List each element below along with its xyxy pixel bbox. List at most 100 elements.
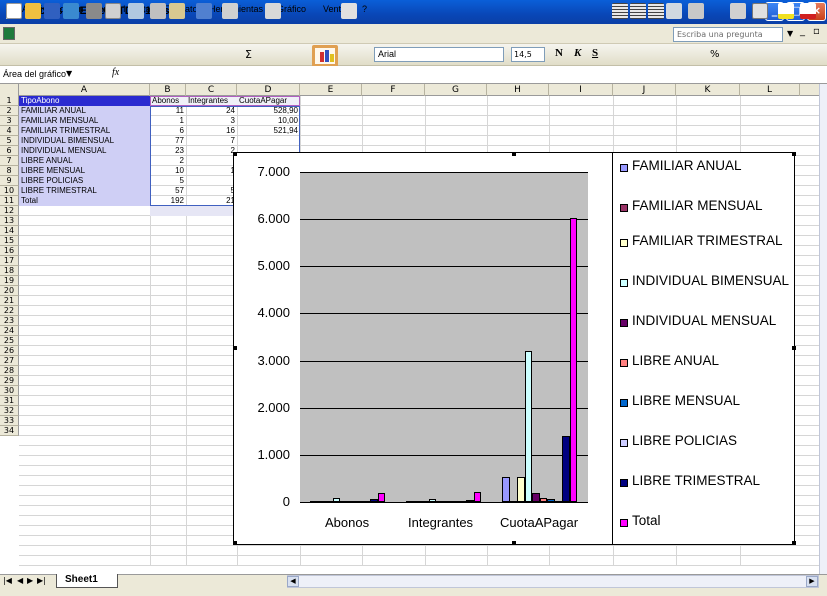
- drawing-icon[interactable]: [341, 3, 357, 19]
- bar-cuotaapagar-2[interactable]: [517, 477, 525, 502]
- bar-cuotaapagar-6[interactable]: [547, 498, 555, 502]
- fill-color-icon[interactable]: [778, 3, 794, 19]
- borders-icon[interactable]: [752, 3, 768, 19]
- selection-handle[interactable]: [792, 346, 796, 350]
- bold-button[interactable]: N: [555, 47, 563, 59]
- font-name-select[interactable]: Arial: [374, 47, 504, 62]
- menu-item-6[interactable]: Gráfico: [277, 4, 306, 14]
- column-header-l[interactable]: L: [740, 84, 800, 96]
- namebox-dropdown-icon[interactable]: ▼: [66, 69, 72, 78]
- autosum-icon[interactable]: Σ: [245, 48, 252, 61]
- bar-cuotaapagar-9[interactable]: [569, 217, 577, 502]
- row-header-26[interactable]: 26: [0, 346, 19, 356]
- selection-handle[interactable]: [512, 152, 516, 156]
- row-header-7[interactable]: 7: [0, 156, 19, 166]
- bar-abonos-3[interactable]: [332, 498, 340, 502]
- row-header-32[interactable]: 32: [0, 406, 19, 416]
- bar-integrantes-3[interactable]: [428, 498, 436, 502]
- row-header-16[interactable]: 16: [0, 246, 19, 256]
- scroll-right-icon[interactable]: ▶: [806, 576, 818, 587]
- row-header-11[interactable]: 11: [0, 196, 19, 206]
- column-header-j[interactable]: J: [613, 84, 676, 96]
- row-header-13[interactable]: 13: [0, 216, 19, 226]
- row-header-14[interactable]: 14: [0, 226, 19, 236]
- spelling-icon[interactable]: [128, 3, 144, 19]
- row-header-17[interactable]: 17: [0, 256, 19, 266]
- tab-sheet1[interactable]: Sheet1: [56, 574, 118, 588]
- print-preview-icon[interactable]: [105, 3, 121, 19]
- row-header-8[interactable]: 8: [0, 166, 19, 176]
- paste-icon[interactable]: [169, 3, 185, 19]
- bar-integrantes-2[interactable]: [421, 501, 429, 503]
- row-header-34[interactable]: 34: [0, 426, 19, 436]
- tab-scroll-last-icon[interactable]: ▶|: [37, 576, 46, 585]
- bar-abonos-6[interactable]: [355, 501, 363, 503]
- row-header-25[interactable]: 25: [0, 336, 19, 346]
- bar-integrantes-6[interactable]: [451, 501, 459, 503]
- row-header-9[interactable]: 9: [0, 176, 19, 186]
- row-header-27[interactable]: 27: [0, 356, 19, 366]
- cut-icon[interactable]: [150, 3, 166, 19]
- row-header-28[interactable]: 28: [0, 366, 19, 376]
- row-header-10[interactable]: 10: [0, 186, 19, 196]
- doc-minimize-button[interactable]: _: [800, 26, 805, 37]
- bar-cuotaapagar-7[interactable]: [554, 500, 562, 503]
- selection-handle[interactable]: [233, 541, 237, 545]
- vertical-scrollbar[interactable]: [819, 84, 827, 574]
- bar-abonos-5[interactable]: [347, 501, 355, 503]
- print-icon[interactable]: [86, 3, 102, 19]
- percent-button[interactable]: %: [710, 49, 720, 60]
- currency-icon[interactable]: [688, 3, 704, 19]
- new-icon[interactable]: [6, 3, 22, 19]
- open-icon[interactable]: [25, 3, 41, 19]
- column-header-f[interactable]: F: [362, 84, 425, 96]
- tab-scroll-prev-icon[interactable]: ◀: [17, 576, 23, 585]
- align-left-icon[interactable]: [612, 3, 628, 19]
- align-right-icon[interactable]: [648, 3, 664, 19]
- bar-abonos-8[interactable]: [370, 499, 378, 502]
- permission-icon[interactable]: [63, 3, 79, 19]
- bar-cuotaapagar-0[interactable]: [502, 477, 510, 502]
- row-header-33[interactable]: 33: [0, 416, 19, 426]
- bar-cuotaapagar-1[interactable]: [509, 501, 517, 503]
- select-all-button[interactable]: [0, 84, 19, 96]
- help-dropdown-icon[interactable]: ▼: [787, 29, 793, 38]
- undo-icon[interactable]: [196, 3, 212, 19]
- row-header-3[interactable]: 3: [0, 116, 19, 126]
- column-header-k[interactable]: K: [676, 84, 740, 96]
- bar-integrantes-4[interactable]: [436, 501, 444, 503]
- bar-cuotaapagar-4[interactable]: [532, 492, 540, 502]
- bar-integrantes-8[interactable]: [466, 499, 474, 502]
- row-header-2[interactable]: 2: [0, 106, 19, 116]
- embedded-chart[interactable]: 0 1.000 2.000 3.000 4.000 5.000 6.000 7.000 Abon…: [233, 152, 796, 545]
- underline-button[interactable]: S: [592, 47, 598, 59]
- horizontal-scrollbar[interactable]: [287, 575, 819, 588]
- bar-abonos-2[interactable]: [325, 501, 333, 503]
- save-icon[interactable]: [44, 3, 60, 19]
- column-header-c[interactable]: C: [186, 84, 237, 96]
- bar-cuotaapagar-3[interactable]: [524, 351, 532, 502]
- row-header-29[interactable]: 29: [0, 376, 19, 386]
- menu-item-8[interactable]: ?: [362, 4, 367, 14]
- selection-handle[interactable]: [792, 541, 796, 545]
- selection-handle[interactable]: [792, 152, 796, 156]
- row-header-19[interactable]: 19: [0, 276, 19, 286]
- column-header-g[interactable]: G: [425, 84, 487, 96]
- row-header-12[interactable]: 12: [0, 206, 19, 216]
- indent-icon[interactable]: [730, 3, 746, 19]
- insert-function-button[interactable]: fx: [112, 67, 119, 78]
- column-header-d[interactable]: D: [237, 84, 300, 96]
- workbook-icon[interactable]: [3, 27, 15, 40]
- row-header-20[interactable]: 20: [0, 286, 19, 296]
- tab-scroll-first-icon[interactable]: |◀: [3, 576, 12, 585]
- bar-abonos-9[interactable]: [377, 492, 385, 502]
- row-header-15[interactable]: 15: [0, 236, 19, 246]
- bar-integrantes-9[interactable]: [473, 492, 481, 502]
- italic-button[interactable]: K: [574, 47, 581, 59]
- row-header-4[interactable]: 4: [0, 126, 19, 136]
- font-color-icon[interactable]: [800, 3, 816, 19]
- row-header-23[interactable]: 23: [0, 316, 19, 326]
- chart-wizard-icon[interactable]: [312, 45, 338, 67]
- bar-abonos-1[interactable]: [317, 501, 325, 503]
- row-header-18[interactable]: 18: [0, 266, 19, 276]
